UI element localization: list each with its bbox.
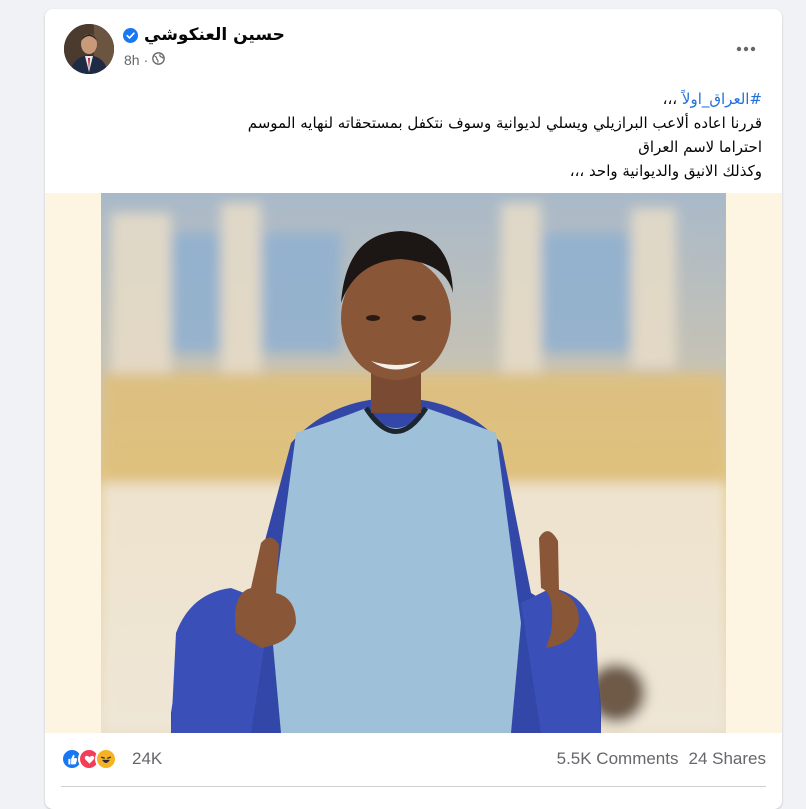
- post-card: حسين العنكوشي 8h · #العراق_اولاً ،،، قرر…: [45, 9, 782, 809]
- post-footer: 24K 5.5K Comments 24 Shares: [61, 744, 766, 774]
- footer-divider: [61, 786, 766, 787]
- hashtag-suffix: ،،،: [662, 90, 682, 108]
- comments-count-link[interactable]: 5.5K Comments: [557, 749, 679, 769]
- post-timestamp[interactable]: 8h: [124, 52, 140, 68]
- haha-icon: [95, 748, 117, 770]
- post-body: #العراق_اولاً ،،، قررنا اعاده ألاعب البر…: [82, 87, 762, 183]
- hashtag-line: #العراق_اولاً ،،،: [82, 87, 762, 111]
- hashtag-link[interactable]: #العراق_اولاً: [682, 90, 762, 108]
- more-dots-icon: [736, 46, 756, 52]
- more-options-button[interactable]: [728, 31, 764, 67]
- engagement-stats: 5.5K Comments 24 Shares: [557, 749, 766, 769]
- author-avatar[interactable]: [64, 24, 114, 74]
- post-photo[interactable]: [101, 193, 726, 733]
- avatar-image: [64, 24, 114, 74]
- author-row: حسين العنكوشي: [123, 25, 285, 45]
- globe-icon[interactable]: [152, 52, 166, 68]
- post-line: وكذلك الانيق والديوانية واحد ،،،: [569, 162, 762, 180]
- player-photo-illustration: [101, 193, 726, 733]
- post-line: قررنا اعاده ألاعب البرازيلي ويسلي لديوان…: [247, 114, 762, 132]
- post-meta: 8h ·: [124, 52, 166, 68]
- meta-separator: ·: [143, 52, 149, 68]
- author-name[interactable]: حسين العنكوشي: [144, 25, 285, 45]
- reactions-summary[interactable]: 24K: [61, 748, 162, 770]
- post-media[interactable]: [45, 193, 782, 733]
- post-line: احتراما لاسم العراق: [638, 138, 762, 156]
- verified-badge-icon: [123, 27, 138, 43]
- reaction-count[interactable]: 24K: [132, 749, 162, 769]
- post-header: حسين العنكوشي 8h ·: [45, 9, 782, 79]
- shares-count-link[interactable]: 24 Shares: [689, 749, 767, 769]
